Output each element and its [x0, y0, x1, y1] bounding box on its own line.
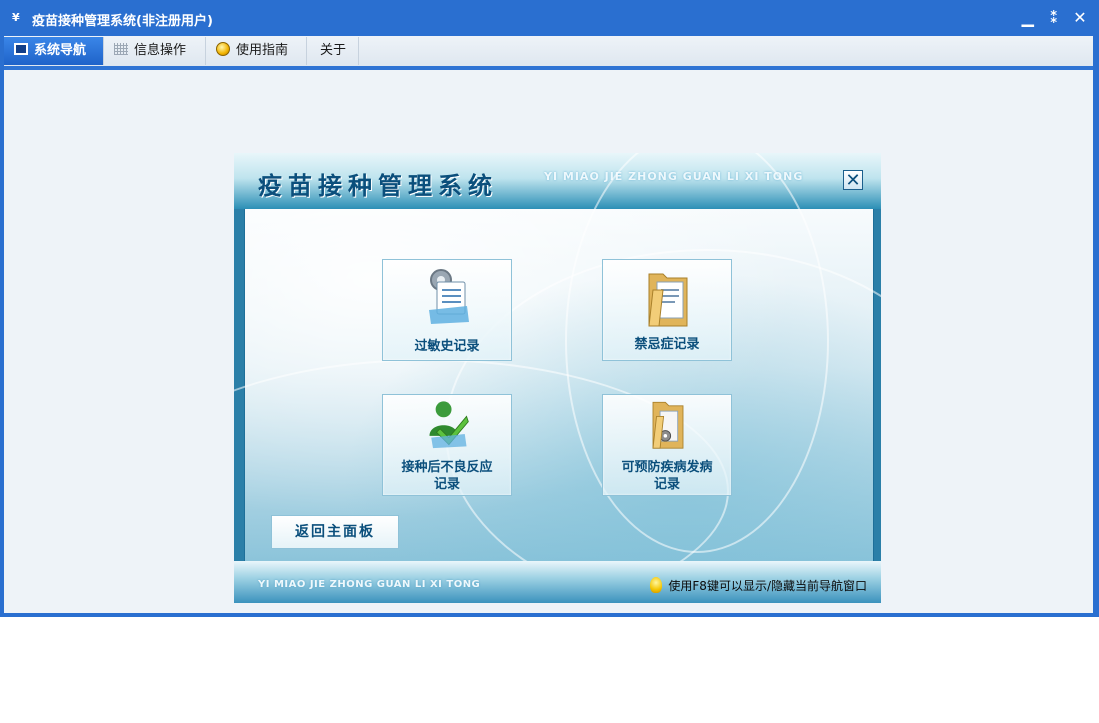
- close-icon[interactable]: ✕: [1071, 9, 1089, 27]
- tile-label-line2: 记录: [433, 477, 460, 492]
- tab-label: 信息操作: [134, 43, 187, 58]
- footer-pinyin-text: YI MIAO JIE ZHONG GUAN LI XI TONG: [258, 579, 481, 590]
- folder-document-icon: [648, 273, 688, 327]
- back-to-main-button[interactable]: 返回主面板: [271, 515, 399, 549]
- panel-close-button[interactable]: ✕: [843, 170, 863, 190]
- tab-info-operation[interactable]: 信息操作: [104, 37, 206, 65]
- tab-label: 使用指南: [236, 43, 289, 58]
- minimize-icon[interactable]: ▁: [1019, 9, 1037, 27]
- panel-footer: YI MIAO JIE ZHONG GUAN LI XI TONG 使用F8键可…: [234, 561, 881, 603]
- title-bar[interactable]: ¥ 疫苗接种管理系统(非注册用户) ▁ ⁑ ✕: [0, 0, 1099, 36]
- panel-title: 疫苗接种管理系统: [258, 171, 498, 200]
- app-logo-icon: ¥: [12, 11, 20, 24]
- tile-label-line1: 可预防疾病发病: [621, 460, 713, 475]
- tile-label: 过敏史记录: [414, 339, 480, 354]
- document-gear-icon: [429, 269, 469, 324]
- lightbulb-icon: [650, 577, 663, 593]
- restore-icon[interactable]: ⁑: [1045, 9, 1063, 27]
- user-check-icon: [429, 401, 469, 449]
- window-controls: ▁ ⁑ ✕: [1016, 8, 1089, 27]
- tab-user-guide[interactable]: 使用指南: [206, 37, 307, 65]
- contraindication-tile[interactable]: 禁忌症记录: [602, 259, 732, 361]
- grid-icon: [114, 43, 128, 55]
- footer-tip-text: 使用F8键可以显示/隐藏当前导航窗口: [668, 579, 867, 593]
- monitor-icon: [14, 43, 28, 55]
- footer-tip: 使用F8键可以显示/隐藏当前导航窗口: [650, 577, 867, 594]
- tab-about[interactable]: 关于: [307, 37, 359, 65]
- tile-label-line1: 接种后不良反应: [401, 460, 493, 475]
- folder-disc-icon: [652, 401, 684, 449]
- tab-label: 关于: [320, 43, 347, 58]
- preventable-disease-tile[interactable]: 可预防疾病发病 记录: [602, 394, 732, 496]
- navigation-panel: 疫苗接种管理系统 YI MIAO JIE ZHONG GUAN LI XI TO…: [234, 153, 881, 603]
- adverse-reaction-tile[interactable]: 接种后不良反应 记录: [382, 394, 512, 496]
- main-window: ¥ 疫苗接种管理系统(非注册用户) ▁ ⁑ ✕ 系统导航 信息操作 使用指南 关…: [0, 0, 1099, 617]
- window-title: 疫苗接种管理系统(非注册用户): [32, 14, 213, 29]
- tab-label: 系统导航: [34, 43, 87, 58]
- menu-bar: 系统导航 信息操作 使用指南 关于: [4, 36, 1093, 67]
- panel-body: 过敏史记录 禁忌症记录 接种后不良反应 记录 可预防疾病发病 记录: [234, 153, 881, 603]
- help-circle-icon: [216, 42, 230, 56]
- tile-label-line2: 记录: [653, 477, 680, 492]
- tile-label: 禁忌症记录: [634, 337, 700, 352]
- allergy-history-tile[interactable]: 过敏史记录: [382, 259, 512, 361]
- tab-system-navigation[interactable]: 系统导航: [4, 37, 104, 65]
